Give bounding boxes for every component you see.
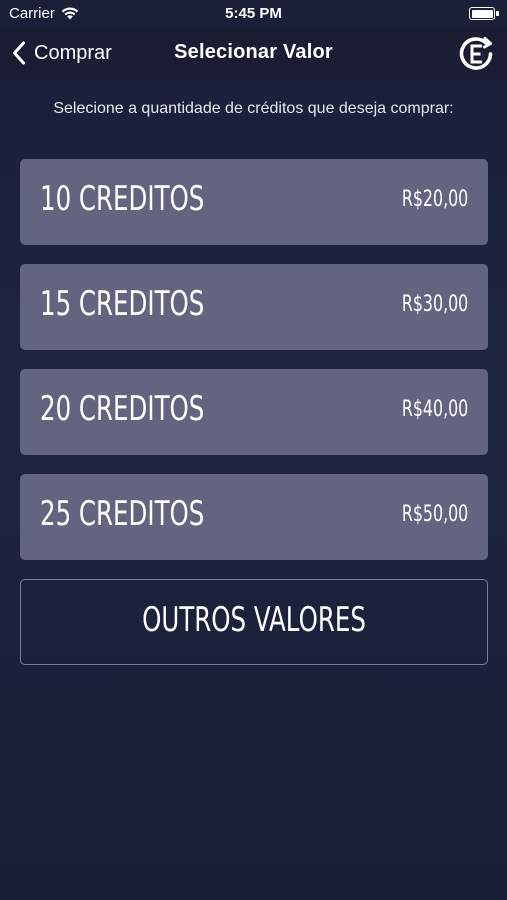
status-time: 5:45 PM bbox=[225, 5, 282, 22]
credit-option-20[interactable]: 20 CREDITOS R$40,00 bbox=[20, 369, 488, 455]
battery-tip bbox=[496, 11, 499, 16]
page-title: Selecionar Valor bbox=[174, 41, 333, 63]
credit-option-15[interactable]: 15 CREDITOS R$30,00 bbox=[20, 264, 488, 350]
navigation-bar: Comprar Selecionar Valor bbox=[0, 28, 507, 80]
battery-icon bbox=[469, 7, 495, 20]
option-price: R$50,00 bbox=[401, 502, 468, 527]
option-price: R$20,00 bbox=[401, 187, 468, 212]
status-bar: Carrier 5:45 PM bbox=[0, 0, 507, 28]
option-label: 15 CREDITOS bbox=[40, 284, 205, 324]
option-label: 25 CREDITOS bbox=[40, 494, 205, 534]
instruction-text: Selecione a quantidade de créditos que d… bbox=[53, 100, 454, 117]
option-label: 20 CREDITOS bbox=[40, 389, 205, 429]
credit-option-10[interactable]: 10 CREDITOS R$20,00 bbox=[20, 159, 488, 245]
option-price: R$30,00 bbox=[401, 292, 468, 317]
app-logo-icon[interactable] bbox=[457, 35, 495, 73]
other-values-button[interactable]: OUTROS VALORES bbox=[20, 579, 488, 665]
credit-option-25[interactable]: 25 CREDITOS R$50,00 bbox=[20, 474, 488, 560]
option-label: 10 CREDITOS bbox=[40, 179, 205, 219]
other-values-label: OUTROS VALORES bbox=[142, 600, 366, 640]
option-price: R$40,00 bbox=[401, 397, 468, 422]
